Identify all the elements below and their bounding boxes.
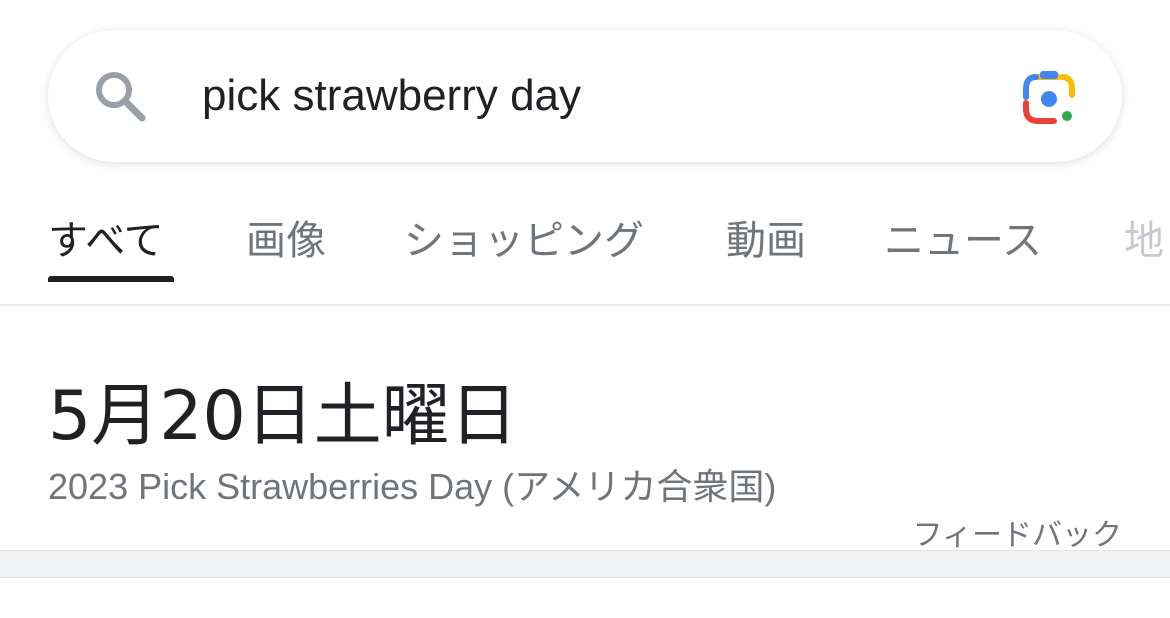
answer-date: 5月20日土曜日 xyxy=(48,377,518,456)
search-results-page: pick strawberry day すべて 画像 ショッピング 動画 ニュー… xyxy=(0,0,1170,618)
tab-videos[interactable]: 動画 xyxy=(726,208,806,266)
tab-all[interactable]: すべて xyxy=(48,208,164,266)
tab-news[interactable]: ニュース xyxy=(884,208,1042,266)
search-input[interactable]: pick strawberry day xyxy=(202,30,581,162)
search-icon[interactable] xyxy=(92,68,150,126)
feedback-link[interactable]: フィードバック xyxy=(913,510,1122,554)
google-lens-icon[interactable] xyxy=(1020,69,1078,127)
answer-description: 2023 Pick Strawberries Day (アメリカ合衆国) xyxy=(48,466,777,507)
active-tab-indicator xyxy=(48,276,174,282)
search-tabs: すべて 画像 ショッピング 動画 ニュース 地 xyxy=(0,190,1170,282)
tab-maps[interactable]: 地 xyxy=(1124,208,1164,266)
tab-images[interactable]: 画像 xyxy=(246,208,326,266)
tab-shopping[interactable]: ショッピング xyxy=(404,208,644,266)
card-separator xyxy=(0,550,1170,578)
search-bar[interactable]: pick strawberry day xyxy=(48,30,1122,162)
tabs-divider xyxy=(0,304,1170,306)
